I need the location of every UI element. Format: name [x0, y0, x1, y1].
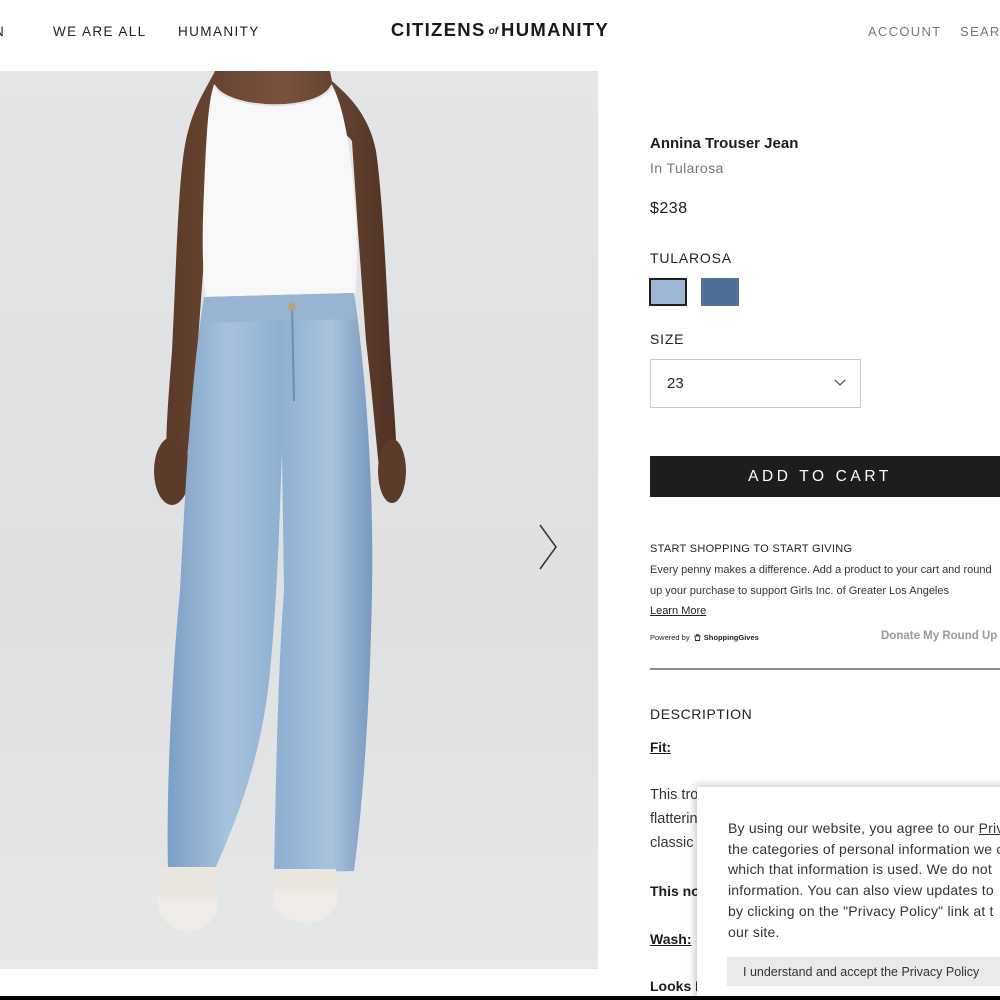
- product-title: Annina Trouser Jean: [650, 135, 799, 152]
- privacy-text-line-3: which that information is used. We do no…: [728, 861, 992, 877]
- description-line-2: flatterin: [650, 811, 698, 827]
- logo-part-2: HUMANITY: [501, 19, 610, 40]
- search-link[interactable]: SEARC: [960, 24, 1000, 39]
- product-subtitle: In Tularosa: [650, 160, 724, 176]
- privacy-text-prefix: By using our website, you agree to our: [728, 820, 979, 836]
- privacy-text-line-4: information. You can also view updates t…: [728, 882, 994, 898]
- section-divider: [650, 668, 1000, 670]
- color-label: TULAROSA: [650, 250, 732, 266]
- chevron-down-icon: [834, 379, 846, 386]
- product-photo: [154, 71, 406, 931]
- giving-title: START SHOPPING TO START GIVING: [650, 543, 853, 555]
- accept-privacy-button[interactable]: I understand and accept the Privacy Poli…: [727, 957, 1000, 986]
- looks-label: Looks L: [650, 978, 704, 994]
- description-heading: DESCRIPTION: [650, 706, 753, 722]
- bottom-edge-bar: [0, 996, 1000, 1000]
- size-label: SIZE: [650, 331, 685, 347]
- privacy-text-line-1: By using our website, you agree to our P…: [728, 820, 1000, 836]
- chevron-right-icon[interactable]: [536, 523, 560, 571]
- color-swatch-tularosa[interactable]: [649, 278, 687, 306]
- privacy-policy-link[interactable]: Priv: [979, 820, 1000, 836]
- color-swatch-alternate[interactable]: [701, 278, 739, 306]
- shoppinggives-brand: ShoppingGives: [703, 633, 759, 642]
- product-price: $238: [650, 200, 688, 217]
- description-line-1: This tro: [650, 787, 699, 803]
- wash-label: Wash:: [650, 931, 692, 947]
- privacy-banner: By using our website, you agree to our P…: [697, 787, 1000, 1000]
- brand-logo[interactable]: CITIZENS of HUMANITY: [0, 19, 1000, 41]
- fit-label: Fit:: [650, 740, 671, 755]
- account-link[interactable]: ACCOUNT: [868, 24, 941, 39]
- privacy-text-line-5: by clicking on the "Privacy Policy" link…: [728, 903, 994, 919]
- privacy-text-line-6: our site.: [728, 924, 780, 940]
- shoppinggives-icon: [694, 634, 701, 641]
- logo-part-1: CITIZENS: [390, 19, 486, 40]
- logo-of: of: [488, 26, 499, 37]
- description-line-3: classic: [650, 835, 694, 851]
- size-select[interactable]: 23: [650, 359, 861, 408]
- site-header: N WE ARE ALL HUMANITY CITIZENSofHUMANITY…: [0, 0, 1000, 70]
- product-image-gallery: [0, 71, 598, 969]
- add-to-cart-button[interactable]: ADD TO CART: [650, 456, 1000, 497]
- powered-by-label: Powered by: [650, 633, 690, 642]
- powered-by: Powered by ShoppingGives: [650, 633, 759, 642]
- giving-text-line-2: up your purchase to support Girls Inc. o…: [650, 585, 949, 597]
- privacy-text-line-2: the categories of personal information w…: [728, 841, 1000, 857]
- giving-text-line-1: Every penny makes a difference. Add a pr…: [650, 564, 992, 576]
- size-value: 23: [667, 375, 684, 392]
- learn-more-link[interactable]: Learn More: [650, 605, 706, 617]
- donate-round-up-button[interactable]: Donate My Round Up: [881, 630, 997, 642]
- description-bold-line: This no: [650, 883, 700, 899]
